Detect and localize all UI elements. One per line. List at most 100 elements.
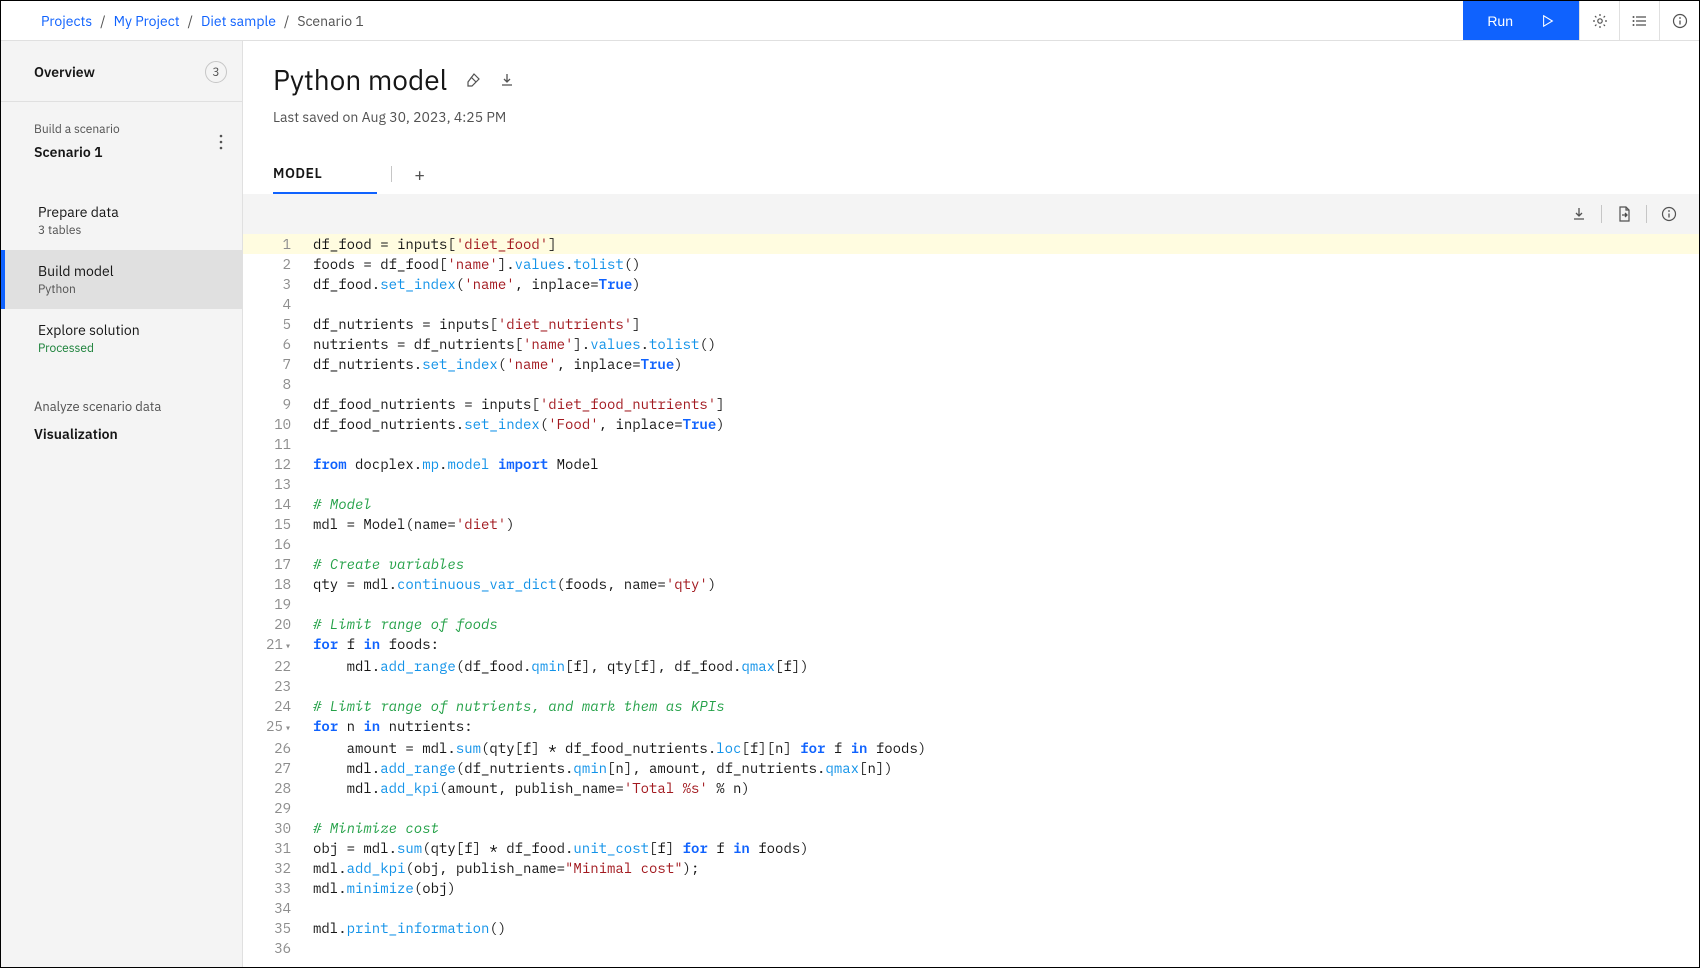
code-line[interactable]: 8 bbox=[243, 374, 1699, 394]
code-line[interactable]: 26 amount = mdl.sum(qty[f] * df_food_nut… bbox=[243, 738, 1699, 758]
list-button[interactable] bbox=[1619, 1, 1659, 41]
code-content[interactable]: # Minimize cost bbox=[303, 818, 1699, 838]
code-content[interactable]: mdl = Model(name='diet') bbox=[303, 514, 1699, 534]
code-line[interactable]: 6nutrients = df_nutrients['name'].values… bbox=[243, 334, 1699, 354]
code-content[interactable] bbox=[303, 374, 1699, 394]
code-line[interactable]: 22 mdl.add_range(df_food.qmin[f], qty[f]… bbox=[243, 656, 1699, 676]
code-line[interactable]: 10df_food_nutrients.set_index('Food', in… bbox=[243, 414, 1699, 434]
code-line[interactable]: 29 bbox=[243, 798, 1699, 818]
code-line[interactable]: 16 bbox=[243, 534, 1699, 554]
code-line[interactable]: 27 mdl.add_range(df_nutrients.qmin[n], a… bbox=[243, 758, 1699, 778]
code-line[interactable]: 2foods = df_food['name'].values.tolist() bbox=[243, 254, 1699, 274]
visualization-link[interactable]: Visualization bbox=[34, 425, 226, 443]
code-content[interactable]: # Create variables bbox=[303, 554, 1699, 574]
sidebar-item-build-model[interactable]: Build modelPython bbox=[1, 250, 242, 309]
code-line[interactable]: 30# Minimize cost bbox=[243, 818, 1699, 838]
code-editor[interactable]: 1df_food = inputs['diet_food']2foods = d… bbox=[243, 234, 1699, 967]
code-content[interactable]: mdl.add_range(df_food.qmin[f], qty[f], d… bbox=[303, 656, 1699, 676]
code-line[interactable]: 33mdl.minimize(obj) bbox=[243, 878, 1699, 898]
file-import-icon bbox=[1616, 206, 1632, 222]
breadcrumb-projects[interactable]: Projects bbox=[41, 12, 92, 30]
code-line[interactable]: 11 bbox=[243, 434, 1699, 454]
code-line[interactable]: 36 bbox=[243, 938, 1699, 958]
code-content[interactable] bbox=[303, 294, 1699, 314]
info-button[interactable] bbox=[1659, 1, 1699, 41]
code-content[interactable] bbox=[303, 798, 1699, 818]
code-line[interactable]: 24# Limit range of nutrients, and mark t… bbox=[243, 696, 1699, 716]
tab-model[interactable]: MODEL bbox=[273, 154, 377, 194]
code-content[interactable]: df_food_nutrients.set_index('Food', inpl… bbox=[303, 414, 1699, 434]
code-content[interactable]: df_food.set_index('name', inplace=True) bbox=[303, 274, 1699, 294]
code-content[interactable]: mdl.add_kpi(obj, publish_name="Minimal c… bbox=[303, 858, 1699, 878]
code-line[interactable]: 13 bbox=[243, 474, 1699, 494]
code-content[interactable] bbox=[303, 534, 1699, 554]
toolbar-import-button[interactable] bbox=[1606, 196, 1642, 232]
code-content[interactable]: # Limit range of nutrients, and mark the… bbox=[303, 696, 1699, 716]
code-content[interactable]: df_nutrients = inputs['diet_nutrients'] bbox=[303, 314, 1699, 334]
code-content[interactable]: qty = mdl.continuous_var_dict(foods, nam… bbox=[303, 574, 1699, 594]
code-content[interactable]: from docplex.mp.model import Model bbox=[303, 454, 1699, 474]
code-line[interactable]: 34 bbox=[243, 898, 1699, 918]
toolbar-download-button[interactable] bbox=[1561, 196, 1597, 232]
code-content[interactable]: df_nutrients.set_index('name', inplace=T… bbox=[303, 354, 1699, 374]
code-content[interactable]: nutrients = df_nutrients['name'].values.… bbox=[303, 334, 1699, 354]
code-content[interactable]: foods = df_food['name'].values.tolist() bbox=[303, 254, 1699, 274]
code-content[interactable] bbox=[303, 434, 1699, 454]
breadcrumb-my-project[interactable]: My Project bbox=[114, 12, 180, 30]
sidebar-item-prepare-data[interactable]: Prepare data3 tables bbox=[1, 191, 242, 250]
scenario-menu-button[interactable] bbox=[215, 130, 227, 154]
code-content[interactable] bbox=[303, 898, 1699, 918]
code-content[interactable]: amount = mdl.sum(qty[f] * df_food_nutrie… bbox=[303, 738, 1699, 758]
add-tab-button[interactable]: + bbox=[406, 159, 433, 190]
code-content[interactable]: for n in nutrients: bbox=[303, 716, 1699, 738]
code-content[interactable]: obj = mdl.sum(qty[f] * df_food.unit_cost… bbox=[303, 838, 1699, 858]
code-line[interactable]: 18qty = mdl.continuous_var_dict(foods, n… bbox=[243, 574, 1699, 594]
code-content[interactable]: mdl.print_information() bbox=[303, 918, 1699, 938]
code-content[interactable]: for f in foods: bbox=[303, 634, 1699, 656]
code-line[interactable]: 28 mdl.add_kpi(amount, publish_name='Tot… bbox=[243, 778, 1699, 798]
sidebar-item-explore-solution[interactable]: Explore solutionProcessed bbox=[1, 309, 242, 368]
code-content[interactable] bbox=[303, 676, 1699, 696]
code-content[interactable] bbox=[303, 474, 1699, 494]
code-line[interactable]: 14# Model bbox=[243, 494, 1699, 514]
breadcrumb-diet-sample[interactable]: Diet sample bbox=[201, 12, 276, 30]
toolbar-info-button[interactable] bbox=[1651, 196, 1687, 232]
code-line[interactable]: 3df_food.set_index('name', inplace=True) bbox=[243, 274, 1699, 294]
code-line[interactable]: 9df_food_nutrients = inputs['diet_food_n… bbox=[243, 394, 1699, 414]
code-line[interactable]: 17# Create variables bbox=[243, 554, 1699, 574]
code-content[interactable]: mdl.minimize(obj) bbox=[303, 878, 1699, 898]
fold-icon[interactable]: ▾ bbox=[285, 639, 291, 652]
edit-title-button[interactable] bbox=[465, 72, 481, 88]
code-line[interactable]: 5df_nutrients = inputs['diet_nutrients'] bbox=[243, 314, 1699, 334]
code-line[interactable]: 1df_food = inputs['diet_food'] bbox=[243, 234, 1699, 254]
sidebar-item-title: Explore solution bbox=[38, 321, 226, 339]
run-button[interactable]: Run bbox=[1463, 1, 1579, 40]
code-line[interactable]: 21▾for f in foods: bbox=[243, 634, 1699, 656]
code-content[interactable]: mdl.add_kpi(amount, publish_name='Total … bbox=[303, 778, 1699, 798]
code-line[interactable]: 7df_nutrients.set_index('name', inplace=… bbox=[243, 354, 1699, 374]
line-number: 3 bbox=[243, 274, 303, 294]
code-line[interactable]: 20# Limit range of foods bbox=[243, 614, 1699, 634]
code-line[interactable]: 23 bbox=[243, 676, 1699, 696]
code-content[interactable]: # Model bbox=[303, 494, 1699, 514]
code-content[interactable]: # Limit range of foods bbox=[303, 614, 1699, 634]
code-line[interactable]: 4 bbox=[243, 294, 1699, 314]
sidebar-analyze-section: Analyze scenario data Visualization bbox=[1, 398, 242, 443]
sidebar-overview-header[interactable]: Overview 3 bbox=[1, 41, 242, 102]
code-content[interactable] bbox=[303, 594, 1699, 614]
code-line[interactable]: 31obj = mdl.sum(qty[f] * df_food.unit_co… bbox=[243, 838, 1699, 858]
code-content[interactable]: df_food_nutrients = inputs['diet_food_nu… bbox=[303, 394, 1699, 414]
settings-button[interactable] bbox=[1579, 1, 1619, 41]
code-line[interactable]: 15mdl = Model(name='diet') bbox=[243, 514, 1699, 534]
code-line[interactable]: 25▾for n in nutrients: bbox=[243, 716, 1699, 738]
code-line[interactable]: 32mdl.add_kpi(obj, publish_name="Minimal… bbox=[243, 858, 1699, 878]
code-line[interactable]: 35mdl.print_information() bbox=[243, 918, 1699, 938]
code-line[interactable]: 19 bbox=[243, 594, 1699, 614]
line-number: 18 bbox=[243, 574, 303, 594]
code-content[interactable]: mdl.add_range(df_nutrients.qmin[n], amou… bbox=[303, 758, 1699, 778]
fold-icon[interactable]: ▾ bbox=[285, 721, 291, 734]
code-content[interactable]: df_food = inputs['diet_food'] bbox=[303, 234, 1699, 254]
code-line[interactable]: 12from docplex.mp.model import Model bbox=[243, 454, 1699, 474]
code-content[interactable] bbox=[303, 938, 1699, 958]
download-title-button[interactable] bbox=[499, 72, 515, 88]
